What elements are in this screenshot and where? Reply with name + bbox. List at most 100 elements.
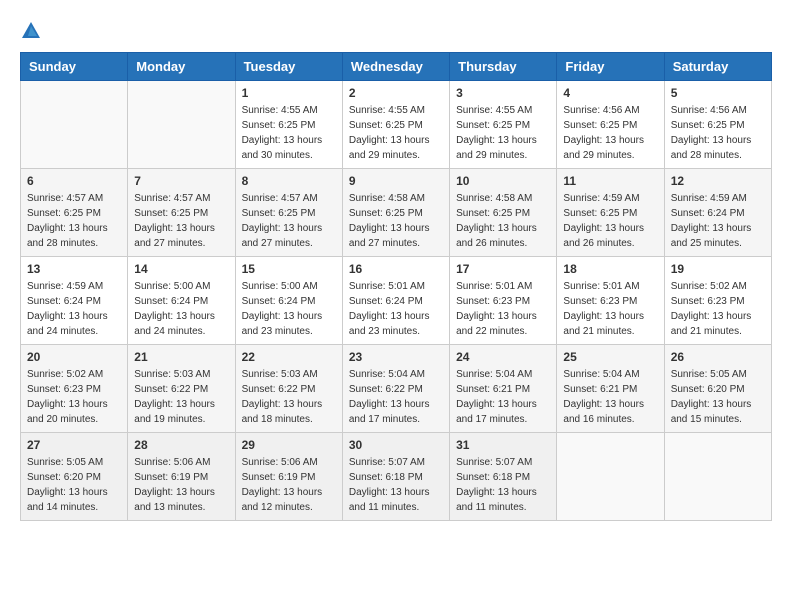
sunrise-text: Sunrise: 4:57 AM [242, 191, 336, 206]
weekday-header: Saturday [664, 53, 771, 81]
sunrise-text: Sunrise: 5:05 AM [671, 367, 765, 382]
daylight-text: Daylight: 13 hours and 20 minutes. [27, 397, 121, 427]
sunset-text: Sunset: 6:25 PM [456, 206, 550, 221]
calendar-cell: 26Sunrise: 5:05 AMSunset: 6:20 PMDayligh… [664, 345, 771, 433]
day-detail: Sunrise: 5:05 AMSunset: 6:20 PMDaylight:… [27, 455, 121, 515]
daylight-text: Daylight: 13 hours and 30 minutes. [242, 133, 336, 163]
sunrise-text: Sunrise: 5:07 AM [349, 455, 443, 470]
day-number: 6 [27, 174, 121, 188]
calendar-cell [557, 433, 664, 521]
calendar-cell: 27 Sunrise: 5:05 AMSunset: 6:20 PMDayligh… [21, 433, 128, 521]
day-number: 21 [134, 350, 228, 364]
day-detail: Sunrise: 5:06 AMSunset: 6:19 PMDaylight:… [134, 455, 228, 515]
sunset-text: Sunset: 6:25 PM [242, 206, 336, 221]
sunset-text: Sunset: 6:24 PM [349, 294, 443, 309]
calendar-cell: 19Sunrise: 5:02 AMSunset: 6:23 PMDayligh… [664, 257, 771, 345]
day-detail: Sunrise: 5:03 AMSunset: 6:22 PMDaylight:… [134, 367, 228, 427]
day-detail: Sunrise: 5:00 AMSunset: 6:24 PMDaylight:… [134, 279, 228, 339]
sunrise-text: Sunrise: 5:05 AM [27, 455, 121, 470]
day-number: 22 [242, 350, 336, 364]
sunset-text: Sunset: 6:23 PM [456, 294, 550, 309]
calendar-week-row: 27 Sunrise: 5:05 AMSunset: 6:20 PMDayligh… [21, 433, 772, 521]
calendar-cell: 6Sunrise: 4:57 AMSunset: 6:25 PMDaylight… [21, 169, 128, 257]
calendar-cell: 17Sunrise: 5:01 AMSunset: 6:23 PMDayligh… [450, 257, 557, 345]
sunrise-text: Sunrise: 5:07 AM [456, 455, 550, 470]
day-number: 25 [563, 350, 657, 364]
daylight-text: Daylight: 13 hours and 22 minutes. [456, 309, 550, 339]
calendar-cell: 14Sunrise: 5:00 AMSunset: 6:24 PMDayligh… [128, 257, 235, 345]
day-number: 20 [27, 350, 121, 364]
sunrise-text: Sunrise: 4:55 AM [456, 103, 550, 118]
sunset-text: Sunset: 6:25 PM [134, 206, 228, 221]
sunset-text: Sunset: 6:23 PM [671, 294, 765, 309]
sunset-text: Sunset: 6:24 PM [671, 206, 765, 221]
day-number: 13 [27, 262, 121, 276]
sunset-text: Sunset: 6:24 PM [27, 294, 121, 309]
calendar-week-row: 1Sunrise: 4:55 AMSunset: 6:25 PMDaylight… [21, 81, 772, 169]
calendar-cell: 15Sunrise: 5:00 AMSunset: 6:24 PMDayligh… [235, 257, 342, 345]
sunset-text: Sunset: 6:20 PM [671, 382, 765, 397]
sunrise-text: Sunrise: 4:55 AM [349, 103, 443, 118]
day-detail: Sunrise: 4:57 AMSunset: 6:25 PMDaylight:… [134, 191, 228, 251]
day-number: 23 [349, 350, 443, 364]
daylight-text: Daylight: 13 hours and 27 minutes. [242, 221, 336, 251]
sunrise-text: Sunrise: 5:04 AM [349, 367, 443, 382]
calendar-cell: 1Sunrise: 4:55 AMSunset: 6:25 PMDaylight… [235, 81, 342, 169]
daylight-text: Daylight: 13 hours and 16 minutes. [563, 397, 657, 427]
daylight-text: Daylight: 13 hours and 27 minutes. [349, 221, 443, 251]
sunset-text: Sunset: 6:25 PM [563, 118, 657, 133]
sunrise-text: Sunrise: 5:06 AM [134, 455, 228, 470]
daylight-text: Daylight: 13 hours and 11 minutes. [349, 485, 443, 515]
sunset-text: Sunset: 6:22 PM [242, 382, 336, 397]
day-number: 29 [242, 438, 336, 452]
sunset-text: Sunset: 6:22 PM [134, 382, 228, 397]
sunset-text: Sunset: 6:22 PM [349, 382, 443, 397]
day-number: 16 [349, 262, 443, 276]
sunset-text: Sunset: 6:24 PM [134, 294, 228, 309]
calendar-cell: 20 Sunrise: 5:02 AMSunset: 6:23 PMDayligh… [21, 345, 128, 433]
day-number: 9 [349, 174, 443, 188]
sunrise-text: Sunrise: 5:03 AM [242, 367, 336, 382]
calendar-cell: 7Sunrise: 4:57 AMSunset: 6:25 PMDaylight… [128, 169, 235, 257]
day-detail: Sunrise: 4:59 AMSunset: 6:24 PMDaylight:… [27, 279, 121, 339]
day-number: 8 [242, 174, 336, 188]
sunset-text: Sunset: 6:21 PM [563, 382, 657, 397]
sunrise-text: Sunrise: 4:58 AM [456, 191, 550, 206]
daylight-text: Daylight: 13 hours and 23 minutes. [349, 309, 443, 339]
daylight-text: Daylight: 13 hours and 28 minutes. [671, 133, 765, 163]
day-number: 5 [671, 86, 765, 100]
sunrise-text: Sunrise: 4:58 AM [349, 191, 443, 206]
daylight-text: Daylight: 13 hours and 25 minutes. [671, 221, 765, 251]
day-detail: Sunrise: 5:01 AMSunset: 6:24 PMDaylight:… [349, 279, 443, 339]
sunrise-text: Sunrise: 5:01 AM [456, 279, 550, 294]
day-number: 15 [242, 262, 336, 276]
daylight-text: Daylight: 13 hours and 29 minutes. [349, 133, 443, 163]
sunrise-text: Sunrise: 4:59 AM [671, 191, 765, 206]
calendar-cell: 11Sunrise: 4:59 AMSunset: 6:25 PMDayligh… [557, 169, 664, 257]
day-detail: Sunrise: 4:55 AMSunset: 6:25 PMDaylight:… [242, 103, 336, 163]
logo-icon [20, 20, 42, 42]
day-detail: Sunrise: 4:57 AMSunset: 6:25 PMDaylight:… [242, 191, 336, 251]
weekday-header: Monday [128, 53, 235, 81]
sunset-text: Sunset: 6:18 PM [456, 470, 550, 485]
day-detail: Sunrise: 4:59 AMSunset: 6:25 PMDaylight:… [563, 191, 657, 251]
day-detail: Sunrise: 5:04 AMSunset: 6:22 PMDaylight:… [349, 367, 443, 427]
calendar-cell: 9Sunrise: 4:58 AMSunset: 6:25 PMDaylight… [342, 169, 449, 257]
calendar-cell [664, 433, 771, 521]
sunset-text: Sunset: 6:19 PM [242, 470, 336, 485]
day-detail: Sunrise: 5:03 AMSunset: 6:22 PMDaylight:… [242, 367, 336, 427]
sunset-text: Sunset: 6:25 PM [671, 118, 765, 133]
sunset-text: Sunset: 6:23 PM [563, 294, 657, 309]
day-detail: Sunrise: 5:02 AMSunset: 6:23 PMDaylight:… [27, 367, 121, 427]
day-detail: Sunrise: 4:56 AMSunset: 6:25 PMDaylight:… [563, 103, 657, 163]
sunrise-text: Sunrise: 5:01 AM [563, 279, 657, 294]
day-detail: Sunrise: 5:04 AMSunset: 6:21 PMDaylight:… [456, 367, 550, 427]
daylight-text: Daylight: 13 hours and 18 minutes. [242, 397, 336, 427]
day-detail: Sunrise: 4:58 AMSunset: 6:25 PMDaylight:… [456, 191, 550, 251]
day-number: 27 [27, 438, 121, 452]
calendar-cell [128, 81, 235, 169]
weekday-header: Thursday [450, 53, 557, 81]
calendar-cell: 18Sunrise: 5:01 AMSunset: 6:23 PMDayligh… [557, 257, 664, 345]
daylight-text: Daylight: 13 hours and 26 minutes. [456, 221, 550, 251]
day-number: 3 [456, 86, 550, 100]
